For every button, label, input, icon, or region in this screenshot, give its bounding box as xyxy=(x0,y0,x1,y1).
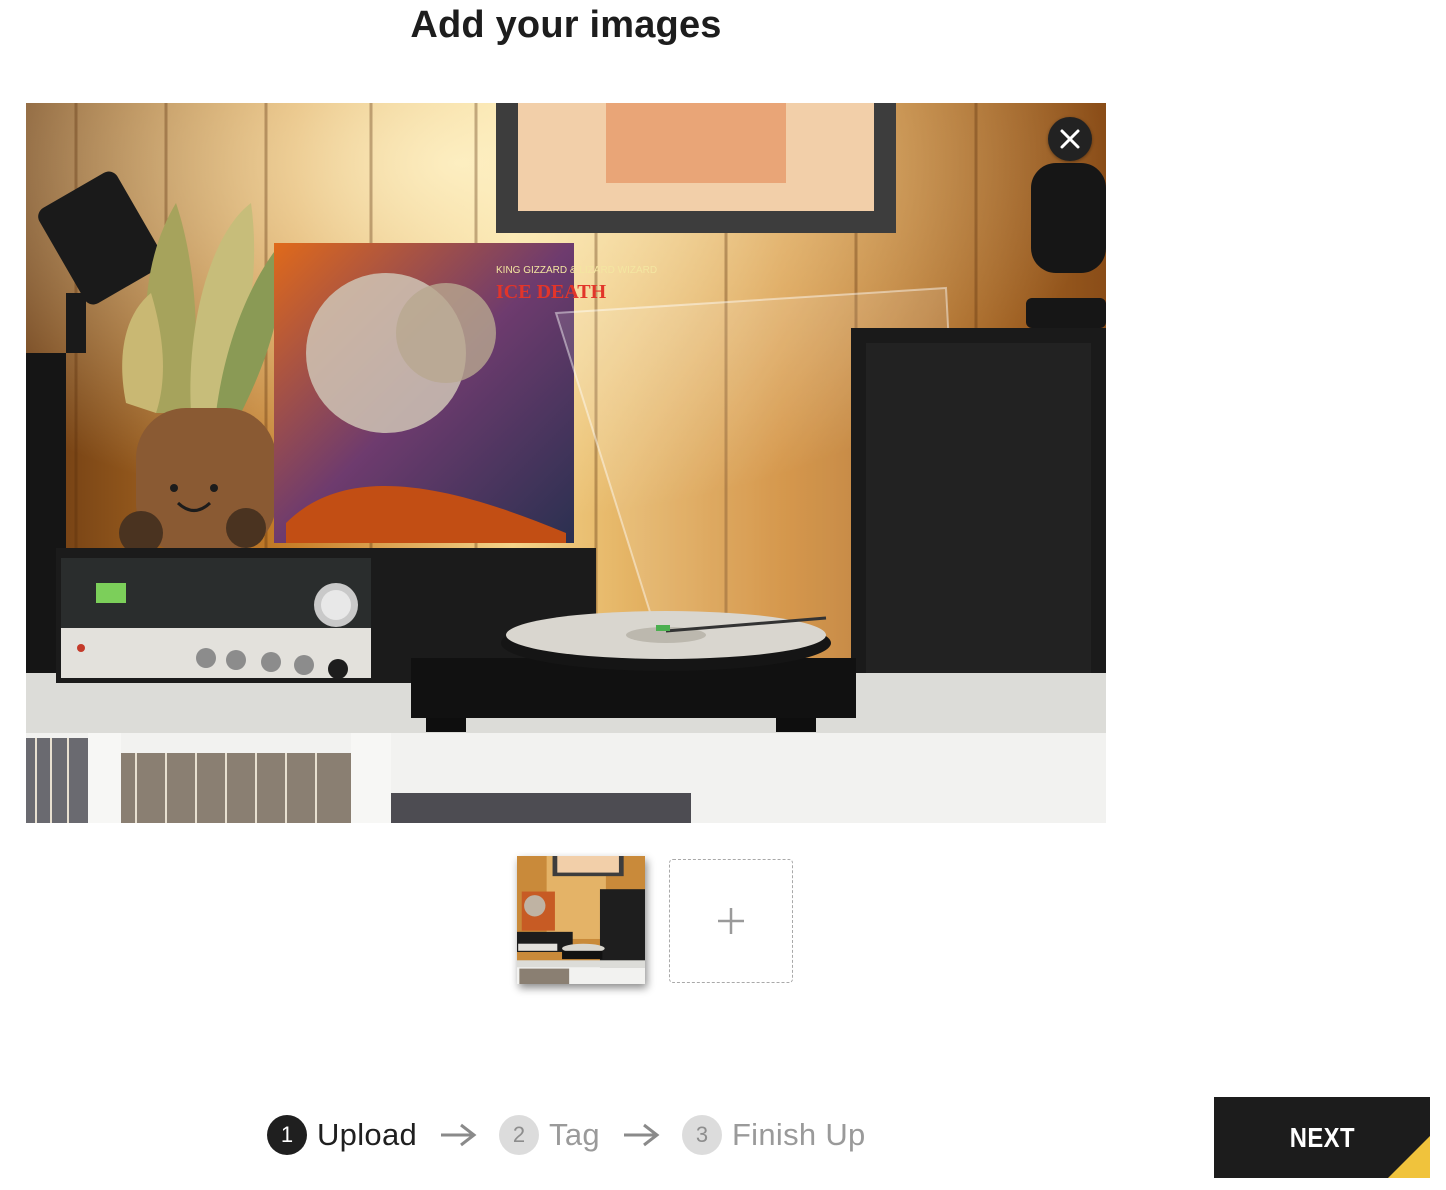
plus-icon xyxy=(718,908,744,934)
accent-corner xyxy=(1388,1136,1430,1178)
close-icon xyxy=(1060,129,1080,149)
step-label: Tag xyxy=(549,1117,600,1152)
svg-text:KING GIZZARD & LIZARD WIZARD: KING GIZZARD & LIZARD WIZARD xyxy=(496,265,657,276)
step-number: 2 xyxy=(499,1115,540,1155)
next-button-label: NEXT xyxy=(1289,1121,1355,1153)
page-title: Add your images xyxy=(410,4,722,46)
arrow-right-icon xyxy=(439,1122,477,1148)
arrow-right-icon xyxy=(622,1122,660,1148)
add-image-button[interactable] xyxy=(669,859,793,983)
image-thumbnail[interactable] xyxy=(517,856,645,984)
svg-text:ICE DEATH: ICE DEATH xyxy=(496,281,607,303)
next-button[interactable]: NEXT xyxy=(1214,1097,1430,1178)
uploaded-image-preview: KING GIZZARD & LIZARD WIZARD ICE DEATH xyxy=(26,103,1106,823)
step-number: 3 xyxy=(681,1115,722,1155)
step-tag: 2 Tag xyxy=(499,1115,600,1155)
step-number: 1 xyxy=(267,1115,307,1155)
remove-image-button[interactable] xyxy=(1048,117,1092,161)
step-upload: 1 Upload xyxy=(267,1115,417,1155)
step-finish-up: 3 Finish Up xyxy=(681,1115,866,1155)
step-label: Finish Up xyxy=(731,1117,866,1152)
step-label: Upload xyxy=(317,1117,418,1152)
progress-steps: 1 Upload 2 Tag 3 Finish Up xyxy=(267,1113,866,1157)
